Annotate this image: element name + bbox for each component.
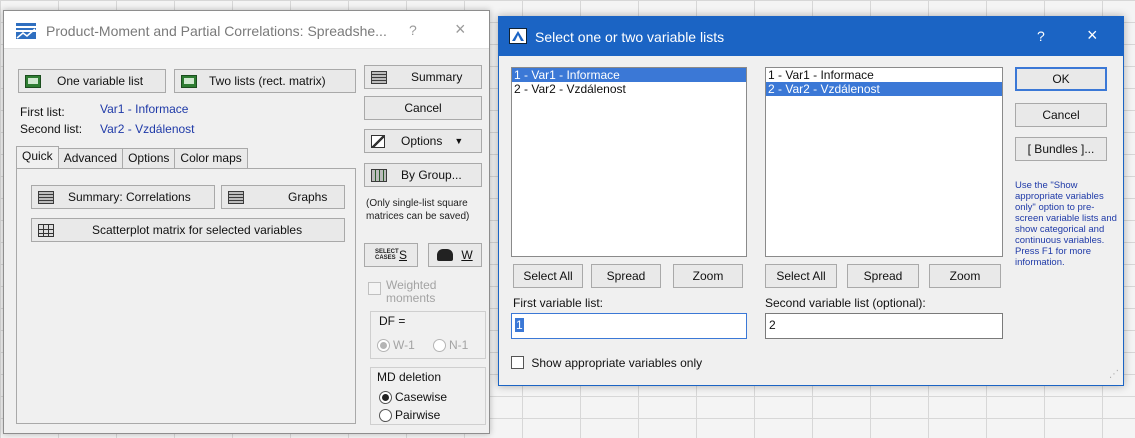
first-variable-list-label: First variable list: [513, 296, 604, 310]
graphs-button[interactable]: Graphs [221, 185, 345, 209]
correlations-dialog: Product-Moment and Partial Correlations:… [3, 10, 490, 434]
resize-grip-icon[interactable]: ⋰ [1109, 369, 1119, 380]
close-button[interactable]: × [455, 19, 466, 40]
cancel-button[interactable]: Cancel [1015, 103, 1107, 127]
variable-list-icon [181, 74, 197, 88]
df-group: DF = W-1 N-1 [370, 311, 486, 359]
first-list-label: First list: [20, 105, 65, 119]
spread-button-1[interactable]: Spread [591, 264, 661, 288]
spreadsheet-icon [371, 70, 387, 84]
second-list-value: Var2 - Vzdálenost [100, 122, 195, 136]
show-appropriate-option[interactable]: Show appropriate variables only [511, 355, 702, 370]
pairwise-option[interactable]: Pairwise [379, 408, 440, 423]
two-lists-button[interactable]: Two lists (rect. matrix) [174, 69, 356, 93]
correlations-dialog-titlebar: Product-Moment and Partial Correlations:… [4, 11, 489, 49]
variable-select-dialog: Select one or two variable lists ? × 1 -… [498, 16, 1124, 386]
options-icon [371, 134, 385, 148]
save-note: (Only single-list square matrices can be… [366, 198, 470, 222]
tab-quick[interactable]: Quick [16, 146, 59, 168]
ok-button[interactable]: OK [1015, 67, 1107, 91]
first-variable-list-input[interactable]: 1 [511, 313, 747, 339]
list-item[interactable]: 1 - Var1 - Informace [512, 68, 746, 82]
chevron-down-icon: ▼ [454, 136, 464, 146]
df-n1-radio[interactable] [433, 339, 446, 353]
show-appropriate-checkbox[interactable] [511, 356, 524, 370]
list-item[interactable]: 2 - Var2 - Vzdálenost [766, 82, 1002, 96]
show-appropriate-label: Show appropriate variables only [531, 355, 703, 370]
summary-correlations-button[interactable]: Summary: Correlations [31, 185, 215, 209]
dialog-title: Select one or two variable lists [535, 29, 725, 45]
select-cases-button[interactable]: SELECT CASES S [364, 243, 418, 267]
scatterplot-matrix-icon [38, 223, 54, 237]
close-button[interactable]: × [1087, 25, 1098, 46]
spreadsheet-icon [228, 190, 244, 204]
options-button[interactable]: Options ▼ [364, 129, 482, 153]
weight-button[interactable]: W [428, 243, 482, 267]
second-list-label: Second list: [20, 122, 83, 136]
first-list-value: Var1 - Informace [100, 102, 189, 116]
by-group-icon [371, 168, 387, 182]
df-w1-radio[interactable] [377, 339, 390, 353]
scatterplot-matrix-button[interactable]: Scatterplot matrix for selected variable… [31, 218, 345, 242]
statistica-app-icon [509, 28, 527, 44]
second-variable-list-input[interactable]: 2 [765, 313, 1003, 339]
pairwise-radio[interactable] [379, 409, 392, 423]
quick-tab-panel: Summary: Correlations Graphs Scatterplot… [16, 168, 356, 424]
tab-advanced[interactable]: Advanced [57, 148, 124, 168]
one-variable-list-button[interactable]: One variable list [18, 69, 166, 93]
select-all-button-1[interactable]: Select All [513, 264, 583, 288]
help-button[interactable]: ? [1037, 28, 1045, 44]
list-item[interactable]: 2 - Var2 - Vzdálenost [512, 82, 746, 96]
select-cases-icon: SELECT CASES [374, 249, 399, 261]
weighted-moments-label: Weighted moments [386, 278, 437, 305]
second-variable-list-label: Second variable list (optional): [765, 296, 926, 310]
zoom-button-1[interactable]: Zoom [673, 264, 743, 288]
weighted-moments-checkbox[interactable] [368, 282, 381, 296]
list-item[interactable]: 1 - Var1 - Informace [766, 68, 1002, 82]
casewise-radio[interactable] [379, 391, 392, 405]
second-variable-listbox[interactable]: 1 - Var1 - Informace 2 - Var2 - Vzdáleno… [765, 67, 1003, 257]
casewise-option[interactable]: Casewise [379, 390, 447, 405]
variable-list-icon [25, 74, 41, 88]
variable-select-titlebar: Select one or two variable lists ? × [499, 17, 1123, 56]
tab-bar: Quick Advanced Options Color maps [16, 146, 248, 168]
spreadsheet-icon [38, 190, 54, 204]
md-deletion-group: MD deletion Casewise Pairwise [370, 367, 486, 425]
df-n1-option[interactable]: N-1 [433, 338, 468, 353]
weight-icon [437, 249, 454, 261]
help-button[interactable]: ? [409, 22, 417, 38]
weighted-moments-option[interactable] [368, 281, 381, 296]
statistica-app-icon [16, 23, 36, 39]
df-label: DF = [379, 314, 406, 328]
zoom-button-2[interactable]: Zoom [929, 264, 1001, 288]
select-all-button-2[interactable]: Select All [765, 264, 837, 288]
first-variable-listbox[interactable]: 1 - Var1 - Informace 2 - Var2 - Vzdáleno… [511, 67, 747, 257]
bundles-button[interactable]: [ Bundles ]... [1015, 137, 1107, 161]
cancel-button[interactable]: Cancel [364, 96, 482, 120]
md-deletion-label: MD deletion [377, 370, 442, 384]
by-group-button[interactable]: By Group... [364, 163, 482, 187]
tab-options[interactable]: Options [122, 148, 176, 168]
info-note: Use the "Show appropriate variables only… [1015, 180, 1117, 268]
summary-button[interactable]: Summary [364, 65, 482, 89]
tab-color-maps[interactable]: Color maps [174, 148, 248, 168]
spread-button-2[interactable]: Spread [847, 264, 919, 288]
dialog-title: Product-Moment and Partial Correlations:… [46, 23, 387, 39]
df-w1-option[interactable]: W-1 [377, 338, 415, 353]
